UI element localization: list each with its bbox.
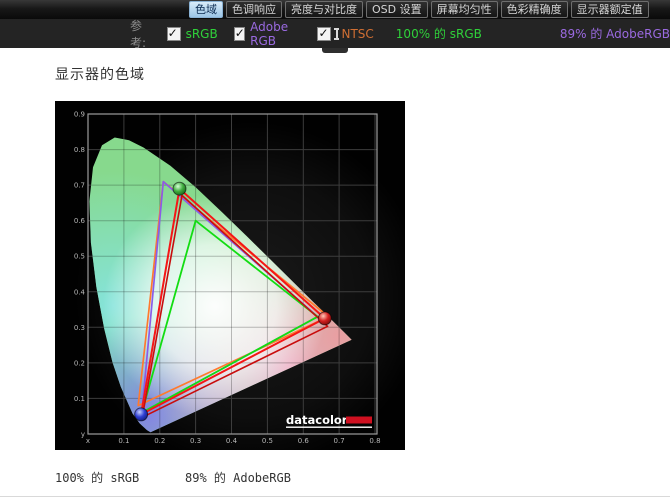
bottom-divider [0,496,670,497]
svg-text:0.1: 0.1 [118,437,129,445]
svg-text:0.3: 0.3 [190,437,201,445]
tab-osd-settings[interactable]: OSD 设置 [366,1,428,18]
footer-srgb-coverage: 100% 的 sRGB [55,471,140,485]
panel-collapse-handle[interactable] [322,48,348,53]
svg-text:0.5: 0.5 [74,253,85,261]
cie-chromaticity-chart: x 0.1 0.2 0.3 0.4 0.5 0.6 0.7 0.8 0.9 0.8 0.7 0.6 0.5… [55,101,425,471]
green-primary-marker [172,181,187,196]
tab-bar: 色域 色调响应 亮度与对比度 OSD 设置 屏幕均匀性 色彩精确度 显示器额定值 [0,0,670,19]
svg-text:0.8: 0.8 [369,437,380,445]
svg-text:0.3: 0.3 [74,324,85,332]
svg-text:x: x [86,437,90,445]
svg-text:0.1: 0.1 [74,395,85,403]
checkbox-group-adobe-rgb[interactable]: Adobe RGB [233,19,304,48]
svg-text:0.6: 0.6 [298,437,310,445]
checkbox-label-srgb: sRGB [185,26,218,41]
page: 色域 色调响应 亮度与对比度 OSD 设置 屏幕均匀性 色彩精确度 显示器额定值… [0,0,670,504]
svg-text:0.2: 0.2 [74,359,85,367]
svg-text:y: y [81,431,85,439]
adobe-rgb-coverage-stat: 89% 的 AdobeRGB [559,27,670,41]
srgb-coverage-stat: 100% 的 sRGB [395,27,482,41]
tab-screen-uniformity[interactable]: 屏幕均匀性 [430,1,498,18]
svg-text:0.9: 0.9 [74,111,85,119]
footer-adobe-rgb-coverage: 89% 的 AdobeRGB [185,471,291,485]
text-cursor-icon [333,27,340,41]
tab-tone-response[interactable]: 色调响应 [226,1,282,18]
tab-brightness-contrast[interactable]: 亮度与对比度 [285,1,363,18]
checkbox-checked-icon[interactable] [317,26,332,41]
gamut-svg: x 0.1 0.2 0.3 0.4 0.5 0.6 0.7 0.8 0.9 0.8 0.7 0.6 0.5… [55,101,425,471]
svg-text:0.4: 0.4 [74,288,86,296]
checkbox-label-ntsc: NTSC [341,26,374,41]
svg-text:0.7: 0.7 [74,182,85,190]
tab-color-accuracy[interactable]: 色彩精确度 [500,1,568,18]
tab-display-rating[interactable]: 显示器额定值 [570,1,649,18]
checkbox-group-ntsc[interactable]: NTSC [317,26,374,41]
logo-text: datacolor [286,413,348,427]
blue-primary-marker [134,407,149,422]
reference-label: 参考: [130,18,147,50]
logo-red-bar [346,416,372,424]
page-title: 显示器的色域 [55,67,145,83]
logo-underline [286,426,372,428]
tab-gamut[interactable]: 色域 [189,1,223,18]
svg-text:0.2: 0.2 [154,437,165,445]
svg-text:0.8: 0.8 [74,146,85,154]
checkbox-checked-icon[interactable] [166,26,181,41]
checkbox-label-adobe-rgb: Adobe RGB [250,19,289,48]
svg-text:0.4: 0.4 [226,437,238,445]
red-primary-marker [317,311,332,326]
svg-text:0.6: 0.6 [74,217,86,225]
checkbox-group-srgb[interactable]: sRGB [166,26,218,41]
checkbox-checked-icon[interactable] [233,26,245,41]
svg-text:0.7: 0.7 [334,437,345,445]
reference-bar: 参考: sRGB Adobe RGB NTSC 100% 的 sRGB 89% … [0,18,670,50]
svg-text:0.5: 0.5 [262,437,273,445]
tab-strip: 色域 色调响应 亮度与对比度 OSD 设置 屏幕均匀性 色彩精确度 显示器额定值 [189,1,652,18]
